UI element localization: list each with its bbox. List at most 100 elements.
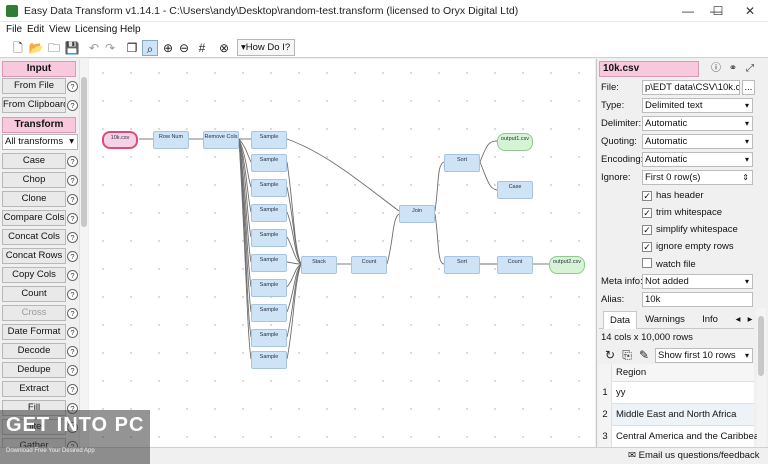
help-icon[interactable]: ? [67, 251, 78, 262]
menu-view[interactable]: View [49, 24, 71, 35]
encoding-select[interactable]: Automatic ▾ [642, 152, 753, 167]
refresh-icon[interactable]: ↻ [602, 347, 618, 363]
node-sample-8[interactable]: Sample [251, 304, 287, 322]
meta-info-select[interactable]: Not added ▾ [642, 274, 753, 289]
empty-checkbox-icon[interactable] [642, 258, 652, 268]
grid-icon[interactable]: # [194, 40, 210, 56]
help-icon[interactable]: ? [67, 194, 78, 205]
table-row[interactable]: 2 Middle East and North Africa [599, 404, 754, 426]
minimize-button-2[interactable]: — [672, 0, 704, 22]
browse-button[interactable]: ... [742, 80, 755, 95]
transform-filter-select[interactable]: All transforms ▾ [2, 134, 78, 150]
transform-button-case[interactable]: Case [2, 153, 66, 169]
transform-button-concat-rows[interactable]: Concat Rows [2, 248, 66, 264]
redo-icon[interactable]: ↷ [102, 40, 118, 56]
transform-button-chop[interactable]: Chop [2, 172, 66, 188]
node-sort-2[interactable]: Sort [444, 256, 480, 274]
ignore-spinbox[interactable]: First 0 row(s) ⇕ [642, 170, 753, 185]
tab-scroll-right-icon[interactable]: ▸ [745, 311, 755, 329]
transform-button-clone[interactable]: Clone [2, 191, 66, 207]
node-sample-2[interactable]: Sample [251, 154, 287, 172]
scrollbar-thumb[interactable] [81, 77, 87, 227]
help-icon[interactable]: ? [67, 327, 78, 338]
help-icon[interactable]: ⓘ [709, 62, 723, 76]
menu-file[interactable]: File [6, 24, 22, 35]
node-sample-6[interactable]: Sample [251, 254, 287, 272]
transform-button-copy-cols[interactable]: Copy Cols [2, 267, 66, 283]
node-sample-5[interactable]: Sample [251, 229, 287, 247]
node-sample-3[interactable]: Sample [251, 179, 287, 197]
help-icon[interactable]: ? [67, 175, 78, 186]
close-button[interactable]: ✕ [734, 0, 766, 22]
checkbox-ignore-empty-rows[interactable]: ✓ ignore empty rows [642, 241, 734, 252]
maximize-button[interactable]: ☐ [702, 0, 734, 22]
help-icon[interactable]: ? [67, 270, 78, 281]
tab-scroll-left-icon[interactable]: ◂ [733, 311, 743, 329]
node-case[interactable]: Case [497, 181, 533, 199]
transform-canvas[interactable]: 10k.csv Row Num Remove Cols Sample Sampl… [89, 59, 595, 447]
left-scrollbar[interactable] [79, 59, 88, 447]
node-count-2[interactable]: Count [497, 256, 533, 274]
delimiter-select[interactable]: Automatic ▾ [642, 116, 753, 131]
node-input-10k[interactable]: 10k.csv [102, 131, 138, 149]
help-icon[interactable]: ? [67, 365, 78, 376]
zoom-in-icon[interactable]: ⊕ [160, 40, 176, 56]
tab-info[interactable]: Info [693, 311, 727, 329]
checkbox-watch-file[interactable]: watch file [642, 258, 696, 270]
alias-input[interactable]: 10k [642, 292, 753, 307]
open-folder-icon[interactable]: 📂 [28, 40, 44, 56]
scrollbar-thumb[interactable] [758, 316, 764, 376]
how-do-i-button[interactable]: ▾How Do I? [237, 39, 295, 56]
transform-button-count[interactable]: Count [2, 286, 66, 302]
cell-region[interactable]: Middle East and North Africa [616, 404, 736, 426]
new-file-icon[interactable]: 🗋 [10, 40, 26, 56]
help-icon[interactable]: ? [67, 384, 78, 395]
transform-button-compare-cols[interactable]: Compare Cols [2, 210, 66, 226]
checkmark-icon[interactable]: ✓ [642, 225, 652, 235]
menu-help[interactable]: Help [120, 24, 141, 35]
menu-licensing[interactable]: Licensing [75, 24, 117, 35]
node-sample-9[interactable]: Sample [251, 329, 287, 347]
transform-button-dedupe[interactable]: Dedupe [2, 362, 66, 378]
edit-icon[interactable]: ✎ [636, 347, 652, 363]
checkmark-icon[interactable]: ✓ [642, 242, 652, 252]
help-icon[interactable]: ? [67, 289, 78, 300]
help-icon[interactable]: ? [67, 156, 78, 167]
menu-edit[interactable]: Edit [27, 24, 44, 35]
transform-button-decode[interactable]: Decode [2, 343, 66, 359]
file-path-field[interactable]: p\EDT data\CSV\10k.csv [642, 80, 740, 95]
help-icon[interactable]: ? [67, 346, 78, 357]
node-stack[interactable]: Stack [301, 256, 337, 274]
link-icon[interactable]: ⚭ [726, 62, 740, 76]
node-count-1[interactable]: Count [351, 256, 387, 274]
from-file-button[interactable]: From File [2, 78, 66, 94]
table-row[interactable]: 3 Central America and the Caribbean [599, 426, 764, 448]
node-output1[interactable]: output1.csv [497, 133, 533, 151]
tab-warnings[interactable]: Warnings [641, 311, 689, 329]
transform-button-concat-cols[interactable]: Concat Cols [2, 229, 66, 245]
help-icon[interactable]: ? [67, 232, 78, 243]
open-recent-icon[interactable]: 🗀 [46, 40, 62, 56]
zoom-out-icon[interactable]: ⊖ [176, 40, 192, 56]
node-remove-cols[interactable]: Remove Cols [203, 131, 239, 149]
help-icon[interactable]: ? [67, 81, 78, 92]
show-rows-select[interactable]: Show first 10 rows ▾ [655, 348, 753, 363]
checkbox-trim-whitespace[interactable]: ✓ trim whitespace [642, 207, 722, 218]
node-row-num[interactable]: Row Num [153, 131, 189, 149]
node-sample-4[interactable]: Sample [251, 204, 287, 222]
node-sample-1[interactable]: Sample [251, 131, 287, 149]
node-sample-10[interactable]: Sample [251, 351, 287, 369]
copy-data-icon[interactable]: ⎘ [619, 347, 635, 363]
quoting-select[interactable]: Automatic ▾ [642, 134, 753, 149]
node-sort-1[interactable]: Sort [444, 154, 480, 172]
node-sample-7[interactable]: Sample [251, 279, 287, 297]
save-icon[interactable]: 💾 [64, 40, 80, 56]
checkbox-has-header[interactable]: ✓ has header [642, 190, 704, 201]
column-header-region[interactable]: Region [616, 364, 646, 382]
checkmark-icon[interactable]: ✓ [642, 208, 652, 218]
email-feedback-link[interactable]: ✉ Email us questions/feedback [628, 450, 760, 461]
cell-region[interactable]: Central America and the Caribbean [616, 426, 764, 448]
help-icon[interactable]: ? [67, 100, 78, 111]
table-row[interactable]: 1 yy [599, 382, 754, 404]
copy-icon[interactable]: ❐ [124, 40, 140, 56]
